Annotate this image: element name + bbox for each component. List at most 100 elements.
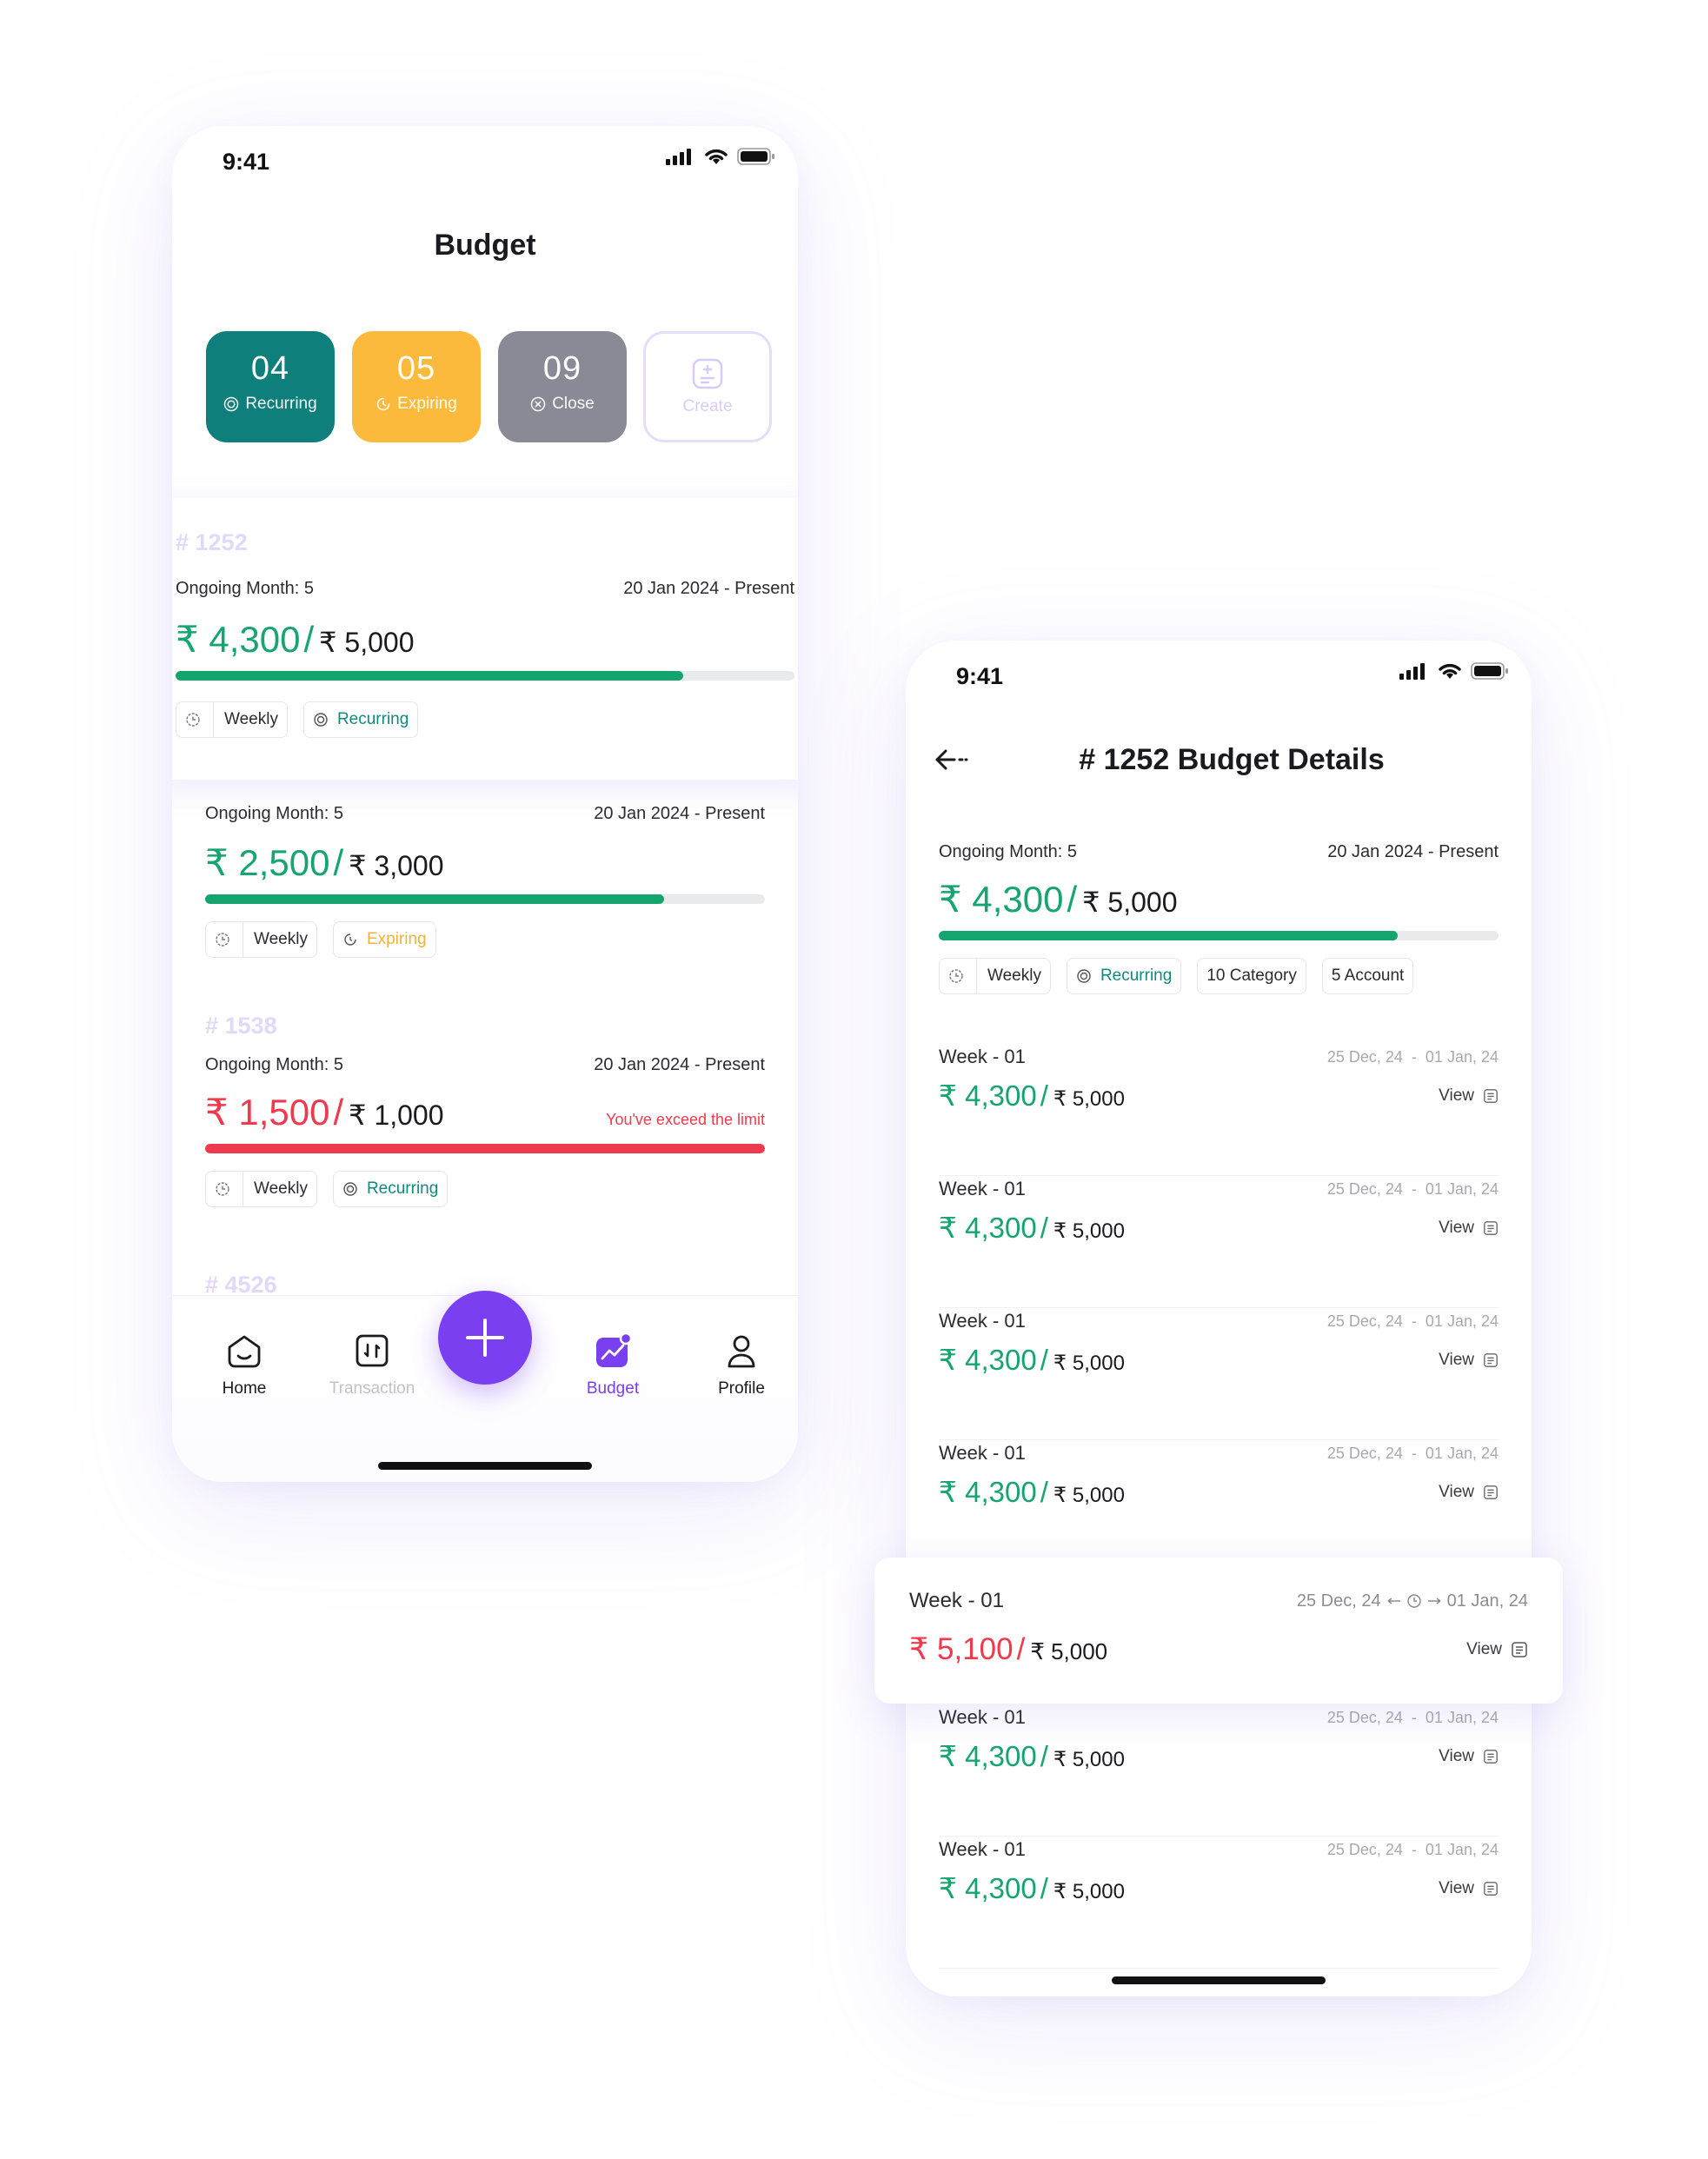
clock-icon xyxy=(216,933,229,947)
tag-weekly: Weekly xyxy=(939,958,1051,994)
nav-home[interactable]: Home xyxy=(183,1331,305,1398)
week-row[interactable]: Week - 01 25 Dec, 24 - 01 Jan, 24 ₹ 4,300/… xyxy=(939,1442,1499,1572)
week-row[interactable]: Week - 01 25 Dec, 24 - 01 Jan, 24 ₹ 4,300/… xyxy=(939,1046,1499,1176)
budget-card-2[interactable]: Ongoing Month: 5 20 Jan 2024 - Present ₹… xyxy=(205,804,765,958)
stat-value: 04 xyxy=(250,350,290,387)
spent-amount: ₹ 4,300 xyxy=(176,619,301,660)
week-date-range: 25 Dec, 24 - 01 Jan, 24 xyxy=(1326,1047,1499,1066)
stat-card-expiring[interactable]: 05 Expiring xyxy=(352,331,481,442)
date-range: 20 Jan 2024 - Present xyxy=(623,579,794,598)
nav-label: Budget xyxy=(586,1379,640,1398)
date-range: 20 Jan 2024 - Present xyxy=(1327,842,1499,861)
view-label: View xyxy=(1466,1640,1502,1658)
budget-id: # 1252 xyxy=(176,529,248,555)
add-button[interactable] xyxy=(438,1291,532,1385)
wifi-icon xyxy=(705,149,728,164)
plus-icon xyxy=(466,1319,504,1357)
progress-fill xyxy=(939,931,1399,940)
limit-amount: ₹ 5,000 xyxy=(1053,1880,1125,1903)
budget-details-screen: 9:41 # 1252 Budget Details Ongoing Month… xyxy=(906,641,1532,1996)
stat-card-recurring[interactable]: 04 Recurring xyxy=(206,331,335,442)
week-row[interactable]: Week - 01 25 Dec, 24 - 01 Jan, 24 ₹ 4,300/… xyxy=(939,1838,1499,1969)
spent-amount: ₹ 4,300 xyxy=(939,1740,1037,1772)
clock-icon xyxy=(186,713,200,727)
tag-weekly: Weekly xyxy=(176,701,288,738)
spent-amount: ₹ 1,500 xyxy=(205,1092,330,1133)
view-link[interactable]: View xyxy=(1439,1219,1499,1238)
week-name: Week - 01 xyxy=(939,1706,1026,1728)
week-date-range: 25 Dec, 24 - 01 Jan, 24 xyxy=(1326,1708,1499,1726)
create-label: Create xyxy=(682,397,733,415)
week-row[interactable]: Week - 01 25 Dec, 24 - 01 Jan, 24 ₹ 4,300/… xyxy=(939,1706,1499,1837)
home-indicator xyxy=(378,1462,592,1470)
spent-amount: ₹ 4,300 xyxy=(939,1476,1037,1508)
week-row[interactable]: Week - 01 25 Dec, 24 - 01 Jan, 24 ₹ 4,300/… xyxy=(939,1178,1499,1308)
ongoing-month: Ongoing Month: 5 xyxy=(176,579,314,598)
week-date-range: 25 Dec, 24 - 01 Jan, 24 xyxy=(1326,1179,1499,1198)
amount-separator: / xyxy=(1040,1212,1048,1244)
page-title: Budget xyxy=(434,229,536,262)
tag-label: Expiring xyxy=(366,930,427,948)
create-budget-button[interactable]: Create xyxy=(643,331,772,442)
page-title: # 1252 Budget Details xyxy=(1079,743,1385,776)
budget-card-1252[interactable]: # 1252 Ongoing Month: 5 20 Jan 2024 - Pr… xyxy=(172,498,798,780)
tag-label: 5 Account xyxy=(1331,967,1405,985)
tag-recurring: Recurring xyxy=(302,701,419,738)
view-link[interactable]: View xyxy=(1439,1351,1499,1370)
recurring-icon xyxy=(343,1182,357,1196)
status-bar: 9:41 xyxy=(172,126,798,196)
stat-label-row: Expiring xyxy=(352,395,481,414)
document-icon xyxy=(1512,1642,1527,1657)
spent-amount: ₹ 5,100 xyxy=(909,1632,1014,1666)
limit-amount: ₹ 5,000 xyxy=(1053,1219,1125,1243)
nav-label: Home xyxy=(222,1379,267,1398)
view-label: View xyxy=(1439,1086,1474,1105)
week-row[interactable]: Week - 01 25 Dec, 24 - 01 Jan, 24 ₹ 4,300/… xyxy=(939,1310,1499,1440)
limit-amount: ₹ 5,000 xyxy=(1053,1484,1125,1507)
amount-separator: / xyxy=(303,619,315,660)
view-link[interactable]: View xyxy=(1466,1640,1528,1659)
stat-label-row: Close xyxy=(498,395,627,414)
tag-label: Recurring xyxy=(366,1179,439,1198)
clock-icon xyxy=(949,969,963,983)
week-date-range: 25 Dec, 24 - 01 Jan, 24 xyxy=(1326,1840,1499,1858)
spent-amount: ₹ 4,300 xyxy=(939,879,1064,920)
limit-amount: ₹ 3,000 xyxy=(349,850,444,881)
document-icon xyxy=(1484,1352,1498,1367)
progress-fill xyxy=(205,1144,765,1153)
tag-label: Recurring xyxy=(336,710,409,728)
view-link[interactable]: View xyxy=(1439,1086,1499,1106)
nav-label: Transaction xyxy=(329,1379,415,1398)
progress-bar xyxy=(205,1144,765,1153)
create-icon xyxy=(692,358,723,389)
document-icon xyxy=(1484,1881,1498,1896)
amount-separator: / xyxy=(1040,1476,1048,1508)
week-card-highlighted[interactable]: Week - 01 25 Dec, 24 01 Jan, 24 ₹ 5,100 … xyxy=(874,1558,1563,1704)
nav-profile[interactable]: Profile xyxy=(681,1331,798,1398)
week-name: Week - 01 xyxy=(939,1838,1026,1860)
stat-label: Expiring xyxy=(397,395,457,413)
date-range: 20 Jan 2024 - Present xyxy=(594,1055,765,1074)
week-date-range: 25 Dec, 24 - 01 Jan, 24 xyxy=(1326,1444,1499,1462)
tag-weekly: Weekly xyxy=(205,921,317,958)
nav-budget[interactable]: Budget xyxy=(552,1331,674,1398)
nav-transaction[interactable]: Transaction xyxy=(311,1331,433,1398)
stat-label-row: Recurring xyxy=(206,395,335,414)
progress-bar xyxy=(176,671,794,681)
stat-card-close[interactable]: 09 Close xyxy=(498,331,627,442)
recurring-icon xyxy=(224,396,239,412)
document-icon xyxy=(1484,1485,1498,1499)
amount-separator: / xyxy=(1040,1872,1048,1904)
status-bar: 9:41 xyxy=(906,641,1532,710)
recurring-icon xyxy=(1077,969,1091,983)
view-link[interactable]: View xyxy=(1439,1747,1499,1766)
view-link[interactable]: View xyxy=(1439,1879,1499,1898)
budget-card-1538[interactable]: # 1538 Ongoing Month: 5 20 Jan 2024 - Pr… xyxy=(205,1013,765,1207)
status-icons xyxy=(666,147,775,166)
amount-separator: / xyxy=(333,842,344,883)
view-link[interactable]: View xyxy=(1439,1483,1499,1502)
tag-label: Weekly xyxy=(987,967,1041,985)
budget-icon xyxy=(596,1332,633,1367)
battery-icon xyxy=(1471,662,1508,680)
limit-amount: ₹ 1,000 xyxy=(349,1099,444,1131)
